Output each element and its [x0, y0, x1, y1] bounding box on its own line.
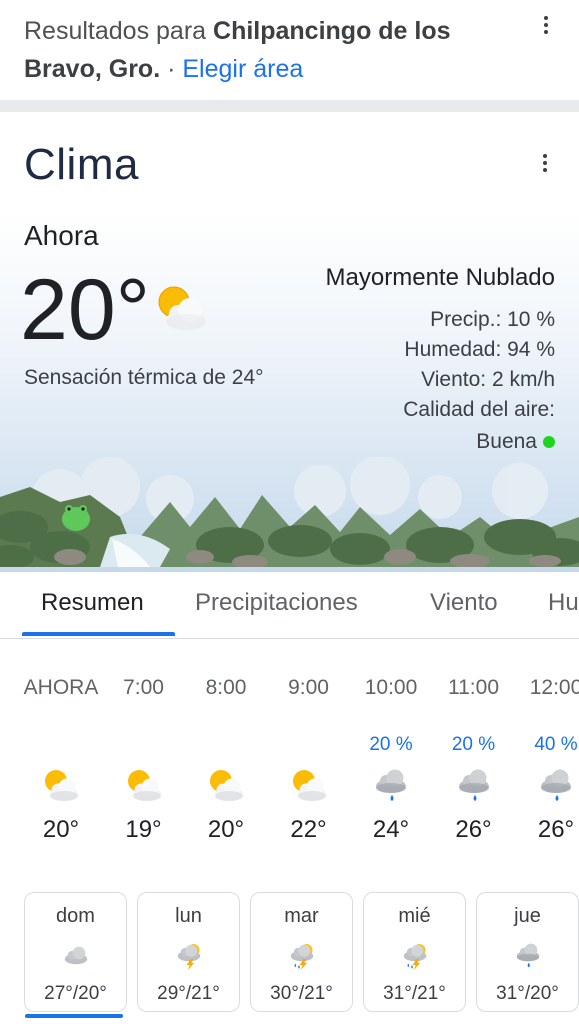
tab-humidity[interactable]: Humedad	[548, 570, 579, 636]
condition: Mayormente Nublado	[325, 264, 555, 291]
day-name: mar	[284, 905, 319, 927]
hourly-time: 7:00	[123, 676, 164, 699]
weather-tabs: Resumen Precipitaciones Viento Humedad	[0, 570, 579, 639]
hourly-item: 8:00 20°	[185, 668, 267, 868]
wind-detail: Viento: 2 km/h	[421, 368, 555, 391]
hourly-time: AHORA	[23, 676, 99, 699]
weather-card: Clima Ahora 20° Sensación térmica de 24°…	[0, 112, 579, 1024]
cloud-icon	[61, 941, 91, 971]
landscape-illustration	[0, 457, 579, 567]
day-temp-range: 27°/20°	[44, 983, 107, 1004]
day-card-1[interactable]: lun 29°/21°	[137, 892, 240, 1012]
hourly-item: 7:00 19°	[103, 668, 185, 868]
feels-like: Sensación térmica de 24°	[24, 366, 264, 389]
change-area-link[interactable]: Elegir área	[182, 55, 303, 83]
section-divider	[0, 100, 579, 112]
tab-precipitation[interactable]: Precipitaciones	[195, 570, 358, 636]
weather-more-icon[interactable]	[530, 148, 560, 178]
day-name: dom	[56, 905, 95, 927]
hourly-precip: 40 %	[534, 734, 578, 755]
hourly-temp: 20°	[42, 816, 80, 843]
partly-cloudy-icon	[206, 766, 246, 806]
results-heading: Resultados para Chilpancingo de los Brav…	[24, 12, 514, 88]
results-prefix: Resultados para	[24, 17, 214, 45]
rain-cloud-icon	[513, 941, 543, 971]
hourly-time: 8:00	[205, 676, 247, 699]
partly-cloudy-icon	[289, 766, 329, 806]
hourly-temp: 24°	[372, 816, 410, 843]
day-name: jue	[514, 905, 541, 927]
hourly-item: AHORA 20°	[20, 668, 102, 868]
hourly-precip: 20 %	[451, 734, 496, 755]
day-temp-range: 31°/21°	[383, 983, 446, 1004]
day-name: mié	[398, 905, 431, 927]
frog-icon	[62, 505, 90, 531]
hourly-item: 12:00 40 % 26°	[515, 668, 579, 868]
tab-summary[interactable]: Resumen	[41, 570, 144, 636]
hourly-temp: 26°	[455, 816, 492, 843]
hourly-time: 12:00	[529, 676, 579, 699]
air-quality-row: Buena	[476, 430, 555, 454]
now-label: Ahora	[24, 220, 99, 251]
hourly-item: 9:00 22°	[268, 668, 350, 868]
current-temperature: 20°	[20, 262, 151, 358]
hourly-item: 11:00 20 % 26°	[433, 668, 515, 868]
hourly-time: 11:00	[448, 676, 499, 699]
tab-wind[interactable]: Viento	[430, 570, 498, 636]
thunderstorm-rain-icon	[287, 941, 317, 971]
selected-day-indicator	[25, 1014, 123, 1018]
thunderstorm-rain-icon	[400, 941, 430, 971]
day-temp-range: 31°/20°	[496, 983, 559, 1004]
rain-cloud-icon	[454, 766, 494, 806]
rain-cloud-icon	[371, 766, 411, 806]
day-card-2[interactable]: mar 30°/21°	[250, 892, 353, 1012]
thunderstorm-icon	[174, 941, 204, 971]
humidity-detail: Humedad: 94 %	[404, 338, 555, 361]
air-quality-dot	[543, 436, 555, 449]
weather-title: Clima	[24, 140, 139, 189]
daily-forecast: dom 27°/20° lun 29°/21° mar 30°/21° mié	[0, 892, 579, 1024]
partly-cloudy-icon	[158, 286, 206, 330]
partly-cloudy-icon	[124, 766, 164, 806]
separator: ·	[160, 55, 183, 83]
results-more-icon[interactable]	[531, 10, 561, 40]
partly-cloudy-icon	[41, 766, 81, 806]
rain-cloud-icon	[536, 766, 576, 806]
hourly-time: 10:00	[364, 676, 418, 699]
hourly-temp: 22°	[290, 816, 327, 843]
hourly-temp: 19°	[125, 816, 162, 843]
day-card-0[interactable]: dom 27°/20°	[24, 892, 127, 1012]
air-quality-label: Calidad del aire:	[403, 398, 555, 421]
results-header: Resultados para Chilpancingo de los Brav…	[0, 0, 579, 100]
hourly-forecast: AHORA 20° 7:00 19° 8:00 20° 9:00 22° 10:…	[0, 668, 579, 868]
day-card-3[interactable]: mié 31°/21°	[363, 892, 466, 1012]
hourly-temp: 26°	[537, 816, 575, 843]
day-card-4[interactable]: jue 31°/20°	[476, 892, 579, 1012]
day-name: lun	[175, 905, 202, 927]
hourly-precip: 20 %	[369, 734, 413, 755]
hourly-item: 10:00 20 % 24°	[350, 668, 432, 868]
air-quality-value: Buena	[476, 430, 537, 453]
hourly-temp: 20°	[207, 816, 245, 843]
active-tab-indicator	[22, 632, 175, 636]
hourly-time: 9:00	[288, 676, 329, 699]
day-temp-range: 29°/21°	[157, 983, 220, 1004]
precip-detail: Precip.: 10 %	[430, 308, 555, 331]
day-temp-range: 30°/21°	[270, 983, 333, 1004]
